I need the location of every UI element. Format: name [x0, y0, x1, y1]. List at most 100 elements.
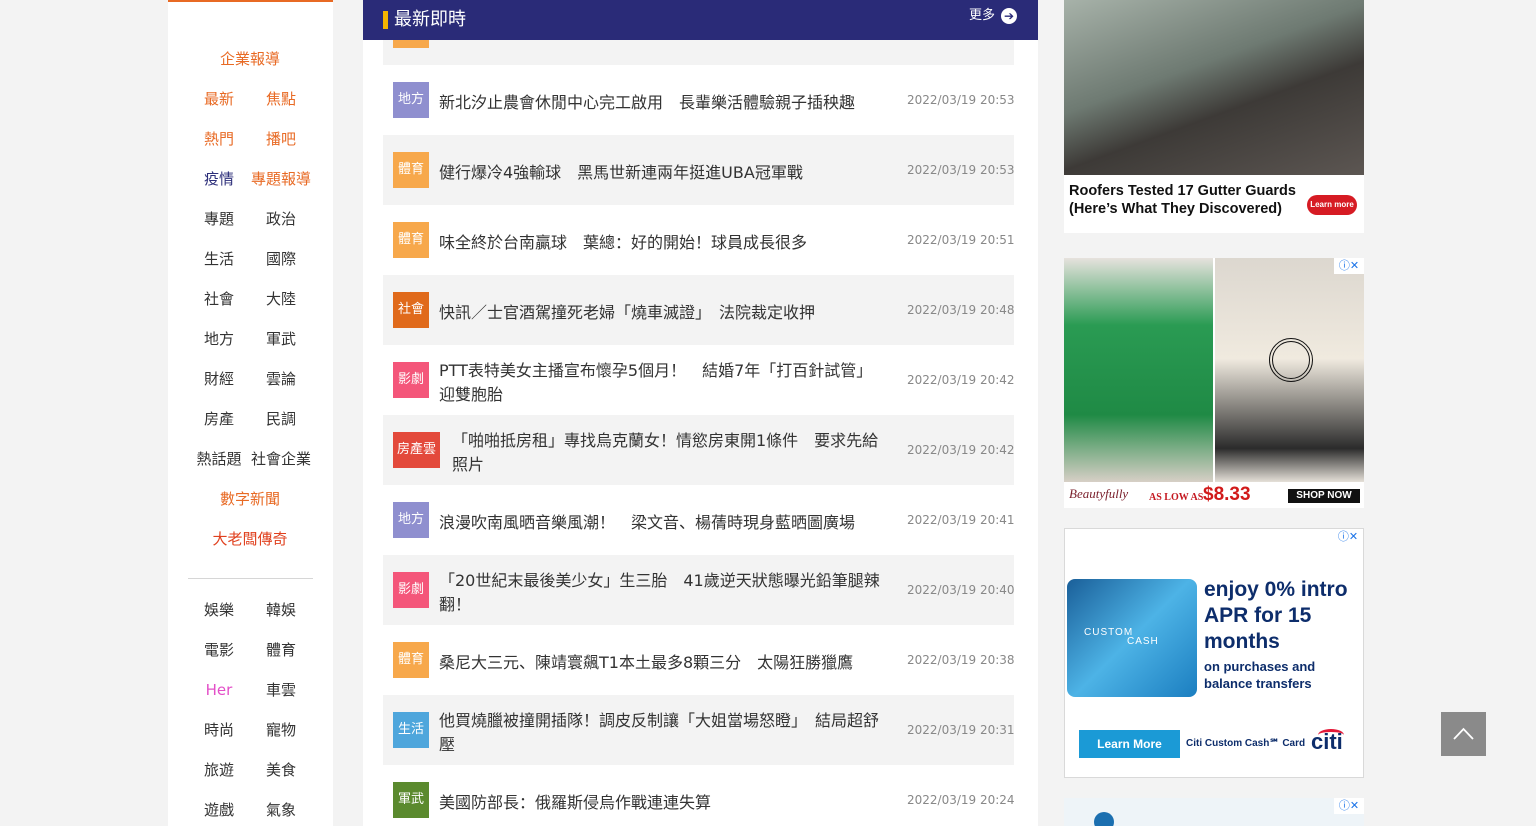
nav-link[interactable]: 生活	[189, 248, 249, 270]
ad-blouse-shop-now-button[interactable]: SHOP NOW	[1288, 489, 1360, 503]
nav-link[interactable]: 大陸	[251, 288, 311, 310]
nav-row: 財經 雲論	[168, 368, 333, 390]
ad-blouse[interactable]: ⓘ✕ Beautyfully AS LOW AS $8.33 SHOP NOW	[1064, 258, 1364, 508]
news-title-text[interactable]: PTT表特美女主播宣布懷孕5個月！ 結婚7年「打百針試管」迎雙胞胎	[439, 359, 885, 407]
nav-link[interactable]: 雲論	[251, 368, 311, 390]
category-badge[interactable]: 影劇	[393, 572, 429, 608]
nav-link[interactable]: 房產	[189, 408, 249, 430]
nav-link[interactable]: 體育	[251, 639, 311, 661]
nav-link[interactable]: 專題	[189, 208, 249, 230]
news-title[interactable]: PTT表特美女主播宣布懷孕5個月！ 結婚7年「打百針試管」迎雙胞胎	[439, 359, 885, 407]
category-badge[interactable]: 房產雲	[393, 432, 441, 468]
nav-link[interactable]: 最新	[189, 88, 249, 110]
category-badge[interactable]: 軍武	[393, 782, 429, 818]
news-title[interactable]: 美國防部長：俄羅斯侵烏作戰連連失算	[439, 779, 885, 826]
news-title-text[interactable]: 味全終於台南贏球 葉總：好的開始！球員成長很多	[439, 231, 807, 255]
nav-link[interactable]: 旅遊	[189, 759, 249, 781]
nav-link[interactable]: 軍武	[251, 328, 311, 350]
nav-link[interactable]: 企業報導	[200, 48, 300, 70]
nav-link[interactable]: 美食	[251, 759, 311, 781]
scroll-to-top-button[interactable]	[1441, 712, 1486, 756]
nav-link[interactable]: 社會企業	[251, 448, 311, 470]
news-title[interactable]: 健行爆冷4強輸球 黑馬世新連兩年挺進UBA冠軍戰	[439, 149, 885, 197]
nav-link[interactable]: 電影	[189, 639, 249, 661]
category-badge[interactable]: 影劇	[393, 362, 429, 398]
nav-link[interactable]: 遊戲	[189, 799, 249, 821]
news-row[interactable]: 社會 快訊／士官酒駕撞死老婦「燒車滅證」 法院裁定收押 2022/03/19 20:…	[383, 275, 1015, 345]
news-title-text[interactable]: 新北汐止農會休閒中心完工啟用 長輩樂活體驗親子插秧趣	[439, 91, 855, 115]
more-link[interactable]: 更多	[969, 6, 995, 26]
news-row[interactable]: 影劇 PTT表特美女主播宣布懷孕5個月！ 結婚7年「打百針試管」迎雙胞胎 2022/…	[383, 345, 1015, 415]
news-row[interactable]: 地方 新北汐止農會休閒中心完工啟用 長輩樂活體驗親子插秧趣 2022/03/19 2…	[383, 65, 1015, 135]
news-title[interactable]: 浪漫吹南風晒音樂風潮！ 梁文音、楊蒨時現身藍晒圖廣場	[439, 499, 885, 547]
nav-link[interactable]: 氣象	[251, 799, 311, 821]
nav-link[interactable]: 娛樂	[189, 599, 249, 621]
nav-link[interactable]: 大老闆傳奇	[200, 528, 300, 550]
adchoices-close-icon[interactable]: ⓘ✕	[1334, 258, 1364, 274]
news-row[interactable]: 體育 健行爆冷4強輸球 黑馬世新連兩年挺進UBA冠軍戰 2022/03/19 20:…	[383, 135, 1015, 205]
arrow-right-circle-icon[interactable]: ➔	[1001, 8, 1017, 24]
news-title-text[interactable]: 快訊／士官酒駕撞死老婦「燒車滅證」 法院裁定收押	[439, 301, 815, 325]
news-title[interactable]: 他買燒臘被撞開插隊！調皮反制讓「大姐當場怒瞪」 結局超舒壓	[439, 709, 885, 757]
news-row[interactable]: 體育 桑尼大三元、陳靖寰飆T1本土最多8顆三分 太陽狂勝獵鷹 2022/03/19 …	[383, 625, 1015, 695]
ad-blouse-as-low-as: AS LOW AS	[1149, 492, 1204, 503]
adchoices-close-icon[interactable]: ⓘ✕	[1334, 798, 1364, 814]
nav-link[interactable]: 時尚	[189, 719, 249, 741]
news-row[interactable]: 軍武 美國防部長：俄羅斯侵烏作戰連連失算 2022/03/19 20:24	[383, 765, 1015, 826]
nav-link[interactable]: 財經	[189, 368, 249, 390]
news-row[interactable]: 影劇 「20世紀末最後美少女」生三胎 41歲逆天狀態曝光鉛筆腿辣翻！ 2022/03…	[383, 555, 1015, 625]
news-row[interactable]: 地方 浪漫吹南風晒音樂風潮！ 梁文音、楊蒨時現身藍晒圖廣場 2022/03/19 2…	[383, 485, 1015, 555]
news-title[interactable]: 桑尼大三元、陳靖寰飆T1本土最多8顆三分 太陽狂勝獵鷹	[439, 639, 885, 687]
category-badge[interactable]: 地方	[393, 502, 429, 538]
news-timestamp: 2022/03/19 20:24	[907, 793, 1015, 807]
nav-link[interactable]: 寵物	[251, 719, 311, 741]
nav-link[interactable]: 數字新聞	[200, 488, 300, 510]
news-row[interactable]: 生活 他買燒臘被撞開插隊！調皮反制讓「大姐當場怒瞪」 結局超舒壓 2022/03/1…	[383, 695, 1015, 765]
citi-learn-more-button[interactable]: Learn More	[1079, 730, 1180, 758]
nav-link[interactable]: 疫情	[189, 168, 249, 190]
category-badge[interactable]: 體育	[393, 222, 429, 258]
nav-link[interactable]: 焦點	[251, 88, 311, 110]
news-title-text[interactable]: 桑尼大三元、陳靖寰飆T1本土最多8顆三分 太陽狂勝獵鷹	[439, 651, 853, 675]
news-title[interactable]: 快訊／士官酒駕撞死老婦「燒車滅證」 法院裁定收押	[439, 289, 885, 337]
ad-bottom-image	[1094, 812, 1114, 826]
adchoices-close-icon[interactable]: ⓘ✕	[1333, 529, 1363, 545]
nav-link[interactable]: 韓娛	[251, 599, 311, 621]
nav-row: 熱話題 社會企業	[168, 448, 333, 470]
category-badge[interactable]: 社會	[393, 292, 429, 328]
news-title[interactable]: 新北汐止農會休閒中心完工啟用 長輩樂活體驗親子插秧趣	[439, 79, 885, 127]
nav-link[interactable]: 國際	[251, 248, 311, 270]
nav-link[interactable]: Her	[189, 679, 249, 701]
news-title-text[interactable]: 浪漫吹南風晒音樂風潮！ 梁文音、楊蒨時現身藍晒圖廣場	[439, 511, 855, 535]
news-title-text[interactable]: 「20世紀末最後美少女」生三胎 41歲逆天狀態曝光鉛筆腿辣翻！	[439, 569, 885, 617]
category-badge[interactable]: 地方	[393, 82, 429, 118]
category-badge[interactable]: 生活	[393, 712, 429, 748]
nav-link[interactable]: 民調	[251, 408, 311, 430]
ad-roof-learn-more-button[interactable]: Learn more	[1307, 195, 1357, 215]
news-title-text[interactable]: 美國防部長：俄羅斯侵烏作戰連連失算	[439, 791, 711, 815]
nav-link[interactable]: 專題報導	[251, 168, 311, 190]
nav-link[interactable]: 播吧	[251, 128, 311, 150]
news-title-text[interactable]: 健行爆冷4強輸球 黑馬世新連兩年挺進UBA冠軍戰	[439, 161, 803, 185]
news-row[interactable]: 房產雲 「啪啪抵房租」專找烏克蘭女！情慾房東開1條件 要求先給照片 2022/03/…	[383, 415, 1015, 485]
nav-link[interactable]: 政治	[251, 208, 311, 230]
news-title-text[interactable]: 他買燒臘被撞開插隊！調皮反制讓「大姐當場怒瞪」 結局超舒壓	[439, 709, 885, 757]
ad-citi[interactable]: ⓘ✕ CUSTOM CASH enjoy 0% intro APR for 15…	[1064, 528, 1364, 778]
news-title[interactable]: 「啪啪抵房租」專找烏克蘭女！情慾房東開1條件 要求先給照片	[452, 429, 885, 477]
ad-gutter-guards[interactable]: Roofers Tested 17 Gutter Guards (Here’s …	[1064, 0, 1364, 233]
nav-link[interactable]: 熱話題	[189, 448, 249, 470]
nav-row: 地方 軍武	[168, 328, 333, 350]
ad-roof-text: Roofers Tested 17 Gutter Guards (Here’s …	[1069, 183, 1296, 217]
news-title[interactable]: 味全終於台南贏球 葉總：好的開始！球員成長很多	[439, 219, 885, 267]
news-row[interactable]: 體育 味全終於台南贏球 葉總：好的開始！球員成長很多 2022/03/19 20:5…	[383, 205, 1015, 275]
nav-link[interactable]: 熱門	[189, 128, 249, 150]
nav-link[interactable]: 地方	[189, 328, 249, 350]
nav-link[interactable]: 社會	[189, 288, 249, 310]
news-title-text[interactable]: 「啪啪抵房租」專找烏克蘭女！情慾房東開1條件 要求先給照片	[452, 429, 885, 477]
nav-link[interactable]: 車雲	[251, 679, 311, 701]
category-badge[interactable]: 體育	[393, 152, 429, 188]
news-timestamp: 2022/03/19 20:42	[907, 443, 1015, 457]
category-badge[interactable]: 體育	[393, 642, 429, 678]
ad-bottom[interactable]: ⓘ✕	[1064, 798, 1364, 826]
news-title[interactable]: 「20世紀末最後美少女」生三胎 41歲逆天狀態曝光鉛筆腿辣翻！	[439, 569, 885, 617]
